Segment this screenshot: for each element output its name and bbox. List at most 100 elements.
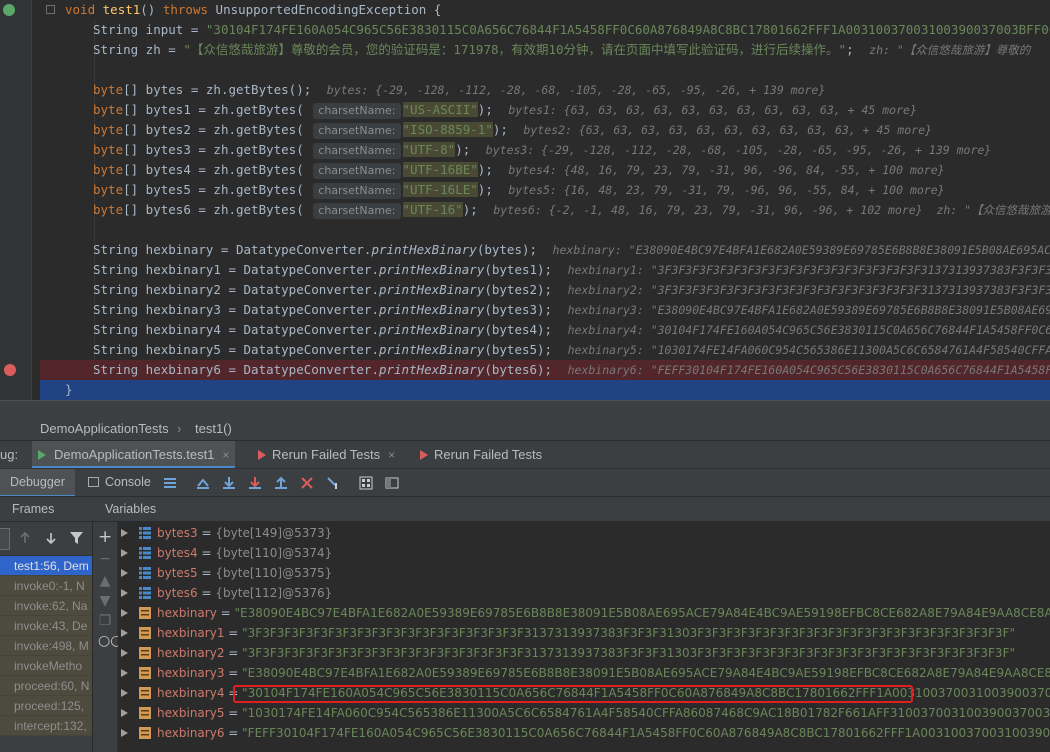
variable-row[interactable]: hexbinary = "E38090E4BC97E4BFA1E682A0E59… bbox=[118, 603, 1050, 623]
variable-row[interactable]: hexbinary1 = "3F3F3F3F3F3F3F3F3F3F3F3F3F… bbox=[118, 623, 1050, 643]
variable-row[interactable]: bytes3 = {byte[149]@5373} bbox=[118, 523, 1050, 543]
code-token: throws bbox=[162, 2, 216, 17]
variable-name: hexbinary4 bbox=[157, 686, 225, 700]
variable-row[interactable]: bytes4 = {byte[110]@5374} bbox=[118, 543, 1050, 563]
step-into-icon[interactable] bbox=[248, 476, 262, 490]
menu-icon[interactable] bbox=[163, 476, 177, 490]
show-execution-point-icon[interactable] bbox=[196, 476, 210, 490]
expand-arrow-icon[interactable] bbox=[121, 729, 128, 737]
parameter-hint: charsetName: bbox=[313, 183, 401, 199]
code-line[interactable]: String hexbinary3 = DatatypeConverter.pr… bbox=[40, 300, 1050, 320]
show-watches-icon[interactable]: ○○ bbox=[98, 634, 122, 648]
variable-row[interactable]: bytes6 = {byte[112]@5376} bbox=[118, 583, 1050, 603]
code-line[interactable]: String zh = "【众信悠哉旅游】尊敬的会员，您的验证码是：171978… bbox=[40, 40, 1050, 60]
variable-row[interactable]: hexbinary6 = "FEFF30104F174FE160A054C965… bbox=[118, 723, 1050, 743]
filter-icon[interactable] bbox=[70, 532, 83, 544]
equals-sign: = bbox=[197, 586, 216, 600]
frame-item[interactable]: proceed:125, bbox=[0, 696, 92, 716]
run-test-icon[interactable] bbox=[3, 4, 15, 16]
variable-row[interactable]: hexbinary3 = "E38090E4BC97E4BFA1E682A0E5… bbox=[118, 663, 1050, 683]
code-line[interactable]: byte[] bytes5 = zh.getBytes( charsetName… bbox=[40, 180, 1050, 200]
code-line[interactable]: byte[] bytes1 = zh.getBytes( charsetName… bbox=[40, 100, 1050, 120]
code-token: "30104F174FE160A054C965C56E3830115C0A656… bbox=[205, 22, 1050, 37]
frame-item[interactable]: intercept:132, bbox=[0, 716, 92, 736]
code-line[interactable] bbox=[40, 220, 1050, 240]
expand-arrow-icon[interactable] bbox=[121, 669, 128, 677]
code-line[interactable]: String hexbinary6 = DatatypeConverter.pr… bbox=[40, 360, 1050, 380]
variable-row[interactable]: bytes5 = {byte[110]@5375} bbox=[118, 563, 1050, 583]
frame-item[interactable]: invoke:62, Na bbox=[0, 596, 92, 616]
code-token: () bbox=[140, 2, 163, 17]
move-up-icon[interactable]: ▲ bbox=[98, 574, 112, 588]
tab-debugger[interactable]: Debugger bbox=[0, 469, 75, 497]
code-line[interactable]: void test1() throws UnsupportedEncodingE… bbox=[40, 0, 1050, 20]
close-icon[interactable]: × bbox=[222, 448, 229, 462]
breadcrumb-method[interactable]: test1() bbox=[195, 421, 232, 436]
frame-item[interactable]: invoke:498, M bbox=[0, 636, 92, 656]
variable-value: "3F3F3F3F3F3F3F3F3F3F3F3F3F3F3F3F3F3F3F3… bbox=[242, 646, 1015, 660]
add-watch-icon[interactable]: + bbox=[98, 529, 112, 546]
evaluate-expression-icon[interactable] bbox=[359, 476, 373, 490]
variable-row[interactable]: hexbinary2 = "3F3F3F3F3F3F3F3F3F3F3F3F3F… bbox=[118, 643, 1050, 663]
inline-debug-value: bytes2: {63, 63, 63, 63, 63, 63, 63, 63,… bbox=[523, 123, 932, 137]
remove-watch-icon[interactable]: − bbox=[98, 552, 112, 566]
close-icon[interactable]: × bbox=[388, 448, 395, 462]
code-line[interactable]: } bbox=[40, 380, 1050, 400]
step-over-icon[interactable] bbox=[222, 476, 236, 490]
code-line[interactable]: String hexbinary2 = DatatypeConverter.pr… bbox=[40, 280, 1050, 300]
expand-arrow-icon[interactable] bbox=[121, 609, 128, 617]
code-token: byte bbox=[93, 162, 124, 177]
code-line[interactable]: String hexbinary = DatatypeConverter.pri… bbox=[40, 240, 1050, 260]
tab-rerun-failed-1[interactable]: Rerun Failed Tests × bbox=[252, 441, 401, 469]
code-token: ); bbox=[477, 182, 501, 197]
code-line[interactable]: byte[] bytes = zh.getBytes(); bytes: {-2… bbox=[40, 80, 1050, 100]
code-line[interactable]: String hexbinary4 = DatatypeConverter.pr… bbox=[40, 320, 1050, 340]
code-line[interactable]: byte[] bytes6 = zh.getBytes( charsetName… bbox=[40, 200, 1050, 220]
expand-arrow-icon[interactable] bbox=[121, 529, 128, 537]
code-line[interactable]: byte[] bytes2 = zh.getBytes( charsetName… bbox=[40, 120, 1050, 140]
code-token: (bytes6); bbox=[484, 362, 560, 377]
frame-item[interactable]: invoke:43, De bbox=[0, 616, 92, 636]
code-token: "UTF-16BE" bbox=[402, 162, 478, 177]
frame-item[interactable]: proceed:60, N bbox=[0, 676, 92, 696]
code-editor[interactable]: void test1() throws UnsupportedEncodingE… bbox=[0, 0, 1050, 400]
editor-gutter[interactable] bbox=[0, 0, 32, 400]
code-line[interactable] bbox=[40, 60, 1050, 80]
variables-header: Variables bbox=[93, 496, 1050, 522]
expand-arrow-icon[interactable] bbox=[121, 629, 128, 637]
inline-debug-value: hexbinary1: "3F3F3F3F3F3F3F3F3F3F3F3F3F3… bbox=[567, 263, 1050, 277]
code-token: ); bbox=[455, 142, 478, 157]
expand-arrow-icon[interactable] bbox=[121, 569, 128, 577]
code-line[interactable]: byte[] bytes3 = zh.getBytes( charsetName… bbox=[40, 140, 1050, 160]
code-token: printHexBinary bbox=[378, 322, 485, 337]
frame-down-icon[interactable] bbox=[45, 532, 57, 544]
layout-icon[interactable] bbox=[385, 476, 399, 490]
move-down-icon[interactable]: ▼ bbox=[98, 594, 112, 608]
code-line[interactable]: byte[] bytes4 = zh.getBytes( charsetName… bbox=[40, 160, 1050, 180]
tab-debug-session[interactable]: DemoApplicationTests.test1 × bbox=[32, 441, 236, 469]
variable-row[interactable]: hexbinary5 = "1030174FE14FA060C954C56538… bbox=[118, 703, 1050, 723]
step-out-icon[interactable] bbox=[274, 476, 288, 490]
expand-arrow-icon[interactable] bbox=[121, 709, 128, 717]
tab-rerun-failed-2[interactable]: Rerun Failed Tests bbox=[414, 441, 548, 469]
variable-row[interactable]: hexbinary4 = "30104F174FE160A054C965C56E… bbox=[118, 683, 1050, 703]
thread-selector[interactable] bbox=[0, 528, 10, 550]
run-to-cursor-icon[interactable] bbox=[326, 476, 340, 490]
code-line[interactable]: String hexbinary1 = DatatypeConverter.pr… bbox=[40, 260, 1050, 280]
code-line[interactable]: String hexbinary5 = DatatypeConverter.pr… bbox=[40, 340, 1050, 360]
drop-frame-icon[interactable] bbox=[300, 476, 314, 490]
copy-icon[interactable]: ❐ bbox=[98, 614, 112, 628]
expand-arrow-icon[interactable] bbox=[121, 549, 128, 557]
expand-arrow-icon[interactable] bbox=[121, 649, 128, 657]
frame-item[interactable]: test1:56, Dem bbox=[0, 556, 92, 576]
code-line[interactable]: String input = "30104F174FE160A054C965C5… bbox=[40, 20, 1050, 40]
expand-arrow-icon[interactable] bbox=[121, 589, 128, 597]
expand-arrow-icon[interactable] bbox=[121, 689, 128, 697]
inline-debug-value: bytes4: {48, 16, 79, 23, 79, -31, 96, -9… bbox=[508, 163, 945, 177]
breadcrumb-class[interactable]: DemoApplicationTests bbox=[40, 421, 169, 436]
frame-item[interactable]: invokeMetho bbox=[0, 656, 92, 676]
frame-up-icon[interactable] bbox=[19, 532, 31, 544]
tab-console[interactable]: Console bbox=[78, 469, 161, 497]
frame-item[interactable]: invoke0:-1, N bbox=[0, 576, 92, 596]
breakpoint-icon[interactable] bbox=[4, 364, 16, 376]
